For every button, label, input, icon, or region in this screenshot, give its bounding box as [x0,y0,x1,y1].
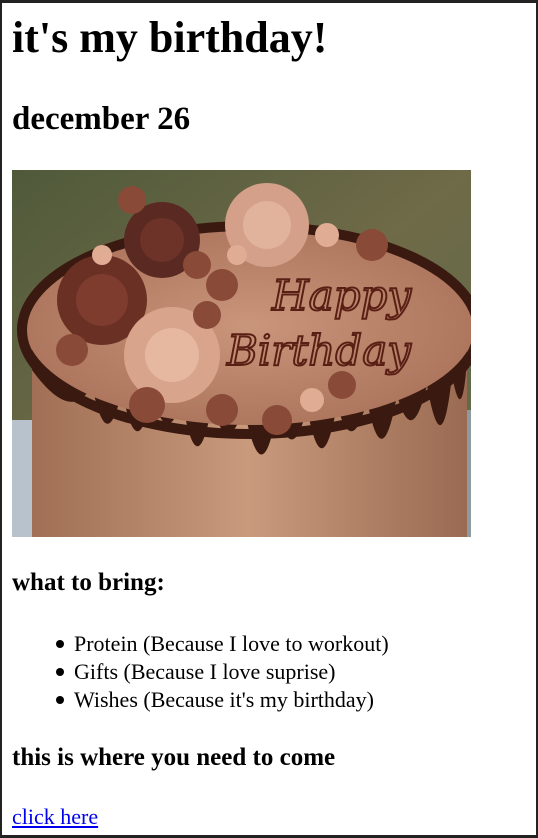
list-item: Gifts (Because I love suprise) [52,658,389,686]
birthday-cake-image: Happy Birthday [12,170,471,537]
list-item: Wishes (Because it's my birthday) [52,686,389,714]
list-item-text: Wishes (Because it's my birthday) [74,687,375,712]
cake-inscription-birthday: Birthday [226,326,412,375]
what-to-bring-heading: what to bring: [12,569,165,596]
list-item-text: Protein (Because I love to workout) [74,631,389,656]
location-heading: this is where you need to come [12,744,336,771]
bring-list: Protein (Because I love to workout) Gift… [52,630,389,714]
bullet-icon [56,640,64,648]
list-item: Protein (Because I love to workout) [52,630,389,658]
event-date: december 26 [12,101,191,137]
cake-inscription-happy: Happy [271,271,412,320]
list-item-text: Gifts (Because I love suprise) [74,659,336,684]
page-title: it's my birthday! [12,13,328,62]
bullet-icon [56,696,64,704]
bullet-icon [56,668,64,676]
location-link[interactable]: click here [12,803,98,831]
